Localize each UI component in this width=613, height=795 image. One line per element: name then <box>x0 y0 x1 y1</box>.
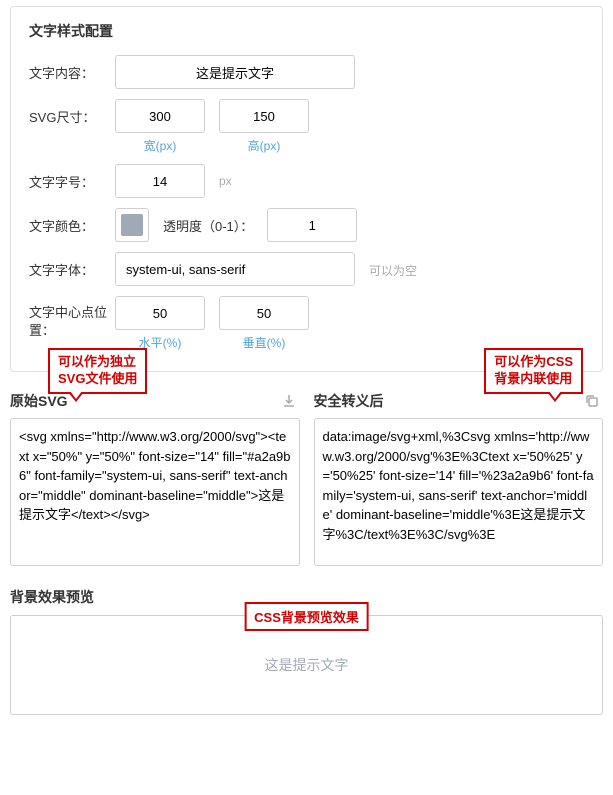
opacity-label: 透明度（0-1）： <box>163 208 253 235</box>
font-family-hint: 可以为空 <box>369 252 417 279</box>
opacity-input[interactable] <box>267 208 357 242</box>
label-font-family: 文字字体： <box>29 252 115 279</box>
row-content: 文字内容： <box>29 55 584 89</box>
output-sections: 可以作为独立 SVG文件使用 原始SVG 可以作为CSS 背景内联使用 安全转义… <box>10 380 603 569</box>
label-center: 文字中心点位置： <box>29 296 115 340</box>
row-font-size: 文字字号： px <box>29 164 584 198</box>
content-input[interactable] <box>115 55 355 89</box>
raw-svg-callout: 可以作为独立 SVG文件使用 <box>48 348 147 394</box>
label-content: 文字内容： <box>29 55 115 82</box>
panel-title: 文字样式配置 <box>29 21 584 41</box>
preview-callout: CSS背景预览效果 <box>244 602 369 631</box>
escaped-title: 安全转义后 <box>314 391 384 411</box>
label-color: 文字颜色： <box>29 208 115 235</box>
label-svg-size: SVG尺寸： <box>29 99 115 126</box>
font-size-unit: px <box>219 164 232 188</box>
escaped-output[interactable] <box>314 418 604 566</box>
font-family-input[interactable] <box>115 252 355 286</box>
height-input[interactable] <box>219 99 309 133</box>
escaped-callout: 可以作为CSS 背景内联使用 <box>484 348 583 394</box>
raw-svg-section: 可以作为独立 SVG文件使用 原始SVG <box>10 380 300 569</box>
preview-text: 这是提示文字 <box>265 655 349 675</box>
row-color: 文字颜色： 透明度（0-1）： <box>29 208 584 242</box>
center-x-input[interactable] <box>115 296 205 330</box>
color-swatch-inner <box>121 214 143 236</box>
font-size-input[interactable] <box>115 164 205 198</box>
row-font-family: 文字字体： 可以为空 <box>29 252 584 286</box>
preview-box: CSS背景预览效果 这是提示文字 <box>10 615 603 715</box>
escaped-section: 可以作为CSS 背景内联使用 安全转义后 <box>314 380 604 569</box>
center-y-input[interactable] <box>219 296 309 330</box>
width-hint: 宽(px) <box>144 137 177 154</box>
raw-svg-output[interactable] <box>10 418 300 566</box>
row-center: 文字中心点位置： 水平(%) 垂直(%) <box>29 296 584 351</box>
color-picker[interactable] <box>115 208 149 242</box>
center-y-hint: 垂直(%) <box>243 334 286 351</box>
text-style-config-panel: 文字样式配置 文字内容： SVG尺寸： 宽(px) 高(px) 文字字号： px… <box>10 6 603 372</box>
copy-icon[interactable] <box>581 390 603 412</box>
label-font-size: 文字字号： <box>29 164 115 191</box>
raw-svg-title: 原始SVG <box>10 391 68 411</box>
row-svg-size: SVG尺寸： 宽(px) 高(px) <box>29 99 584 154</box>
download-icon[interactable] <box>278 390 300 412</box>
height-hint: 高(px) <box>248 137 281 154</box>
width-input[interactable] <box>115 99 205 133</box>
